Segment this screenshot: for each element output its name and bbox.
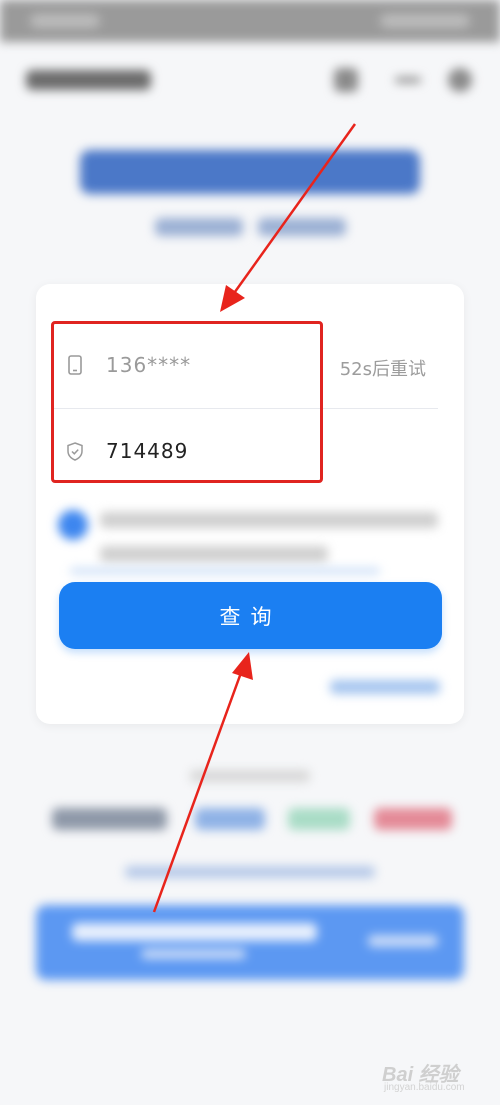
resend-code-countdown: 52s后重试 [339, 359, 426, 380]
watermark-url: jingyan.baidu.com [384, 1082, 465, 1093]
more-icon[interactable] [395, 77, 421, 83]
agreement-checkbox[interactable] [58, 510, 88, 540]
partner-logo [288, 808, 350, 830]
query-button[interactable]: 查询 [59, 582, 442, 649]
hero-subtitle [155, 218, 243, 236]
close-icon[interactable] [448, 68, 472, 92]
agreement-text-line2 [100, 546, 328, 562]
partner-logo [374, 808, 452, 830]
partners-title [190, 770, 310, 782]
app-bar-title [26, 70, 151, 90]
agreement-text [100, 512, 438, 528]
footer-links[interactable] [125, 866, 375, 878]
agreement-link[interactable] [70, 568, 380, 574]
hero-title [80, 150, 420, 194]
highlight-box [51, 321, 323, 483]
status-bar [0, 0, 500, 42]
promo-banner[interactable] [36, 905, 464, 980]
app-bar [0, 50, 500, 110]
partner-logo [52, 808, 167, 830]
partner-logo [195, 808, 265, 830]
menu-icon[interactable] [334, 68, 358, 92]
help-link[interactable] [330, 680, 440, 694]
hero-subtitle-secondary [258, 218, 346, 236]
